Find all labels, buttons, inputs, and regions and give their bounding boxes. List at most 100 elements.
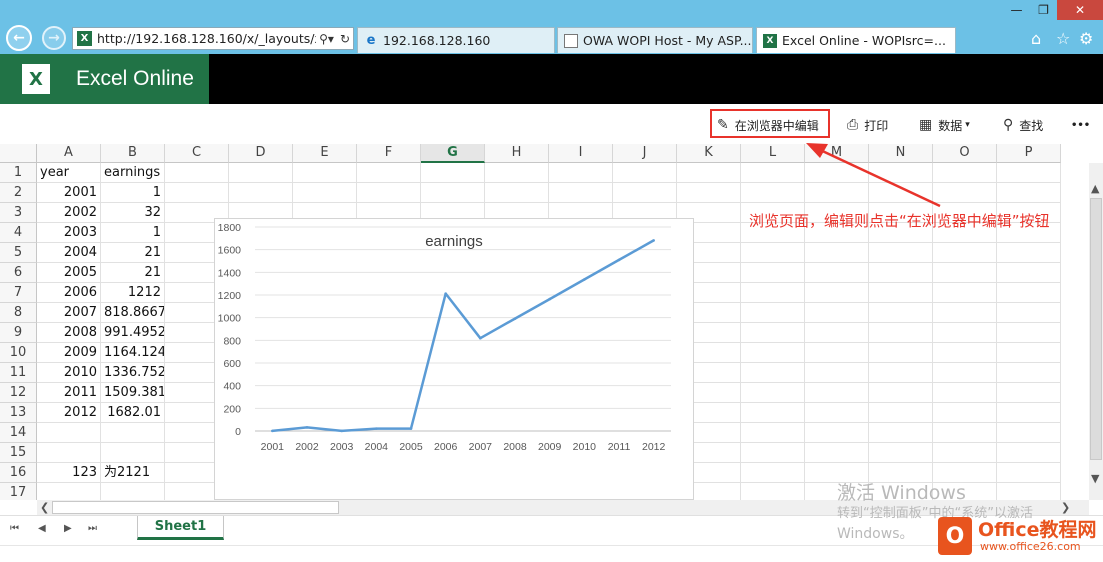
column-header-l[interactable]: L [741,144,805,163]
tab-excel-online[interactable]: X Excel Online - WOPIsrc=... ✕ [756,27,956,53]
row-header[interactable]: 15 [0,443,37,463]
data-point[interactable] [548,297,551,301]
table-cell[interactable] [869,263,933,283]
row-header[interactable]: 4 [0,223,37,243]
data-point[interactable] [583,278,586,281]
table-cell[interactable] [997,463,1061,483]
table-cell[interactable]: 818.8667 [101,303,165,323]
table-cell[interactable] [805,443,869,463]
data-point[interactable] [617,258,621,262]
table-cell[interactable] [933,243,997,263]
table-cell[interactable] [997,243,1061,263]
column-header-k[interactable]: K [677,144,741,163]
table-cell[interactable] [869,243,933,263]
horizontal-scroll-thumb[interactable] [52,501,339,514]
favorites-star-icon[interactable]: ☆ [1056,29,1070,48]
tab-ip[interactable]: e 192.168.128.160 [357,27,555,53]
table-cell[interactable] [741,243,805,263]
table-cell[interactable] [805,263,869,283]
table-cell[interactable] [997,383,1061,403]
table-cell[interactable]: 2005 [37,263,101,283]
table-cell[interactable]: 2006 [37,283,101,303]
row-header[interactable]: 13 [0,403,37,423]
home-icon[interactable]: ⌂ [1031,29,1041,48]
table-cell[interactable] [293,183,357,203]
print-button[interactable]: ⎙ 打印 [847,115,888,135]
table-cell[interactable] [37,423,101,443]
table-cell[interactable] [933,423,997,443]
close-tab-icon[interactable]: ✕ [954,34,955,48]
data-menu-button[interactable]: ▦ 数据 ▾ [919,115,970,135]
table-cell[interactable]: 2008 [37,323,101,343]
table-cell[interactable] [101,443,165,463]
row-header[interactable]: 5 [0,243,37,263]
table-cell[interactable] [805,323,869,343]
table-cell[interactable] [933,283,997,303]
table-cell[interactable] [741,283,805,303]
table-cell[interactable] [997,283,1061,303]
data-point[interactable] [444,292,447,295]
table-cell[interactable] [805,283,869,303]
table-cell[interactable]: 1164.124 [101,343,165,363]
table-cell[interactable] [165,183,229,203]
column-header-f[interactable]: F [357,144,421,163]
data-point[interactable] [513,317,517,320]
data-point[interactable] [305,426,309,429]
table-cell[interactable]: 1509.381 [101,383,165,403]
forward-button[interactable]: → [42,26,66,50]
table-cell[interactable] [933,363,997,383]
table-cell[interactable]: 1336.752 [101,363,165,383]
table-cell[interactable] [741,443,805,463]
table-cell[interactable] [933,443,997,463]
table-cell[interactable]: 1 [101,223,165,243]
table-cell[interactable] [997,363,1061,383]
table-cell[interactable] [997,163,1061,183]
table-cell[interactable] [357,183,421,203]
table-cell[interactable] [869,283,933,303]
first-sheet-icon[interactable]: ⏮ [10,523,19,534]
table-cell[interactable]: 为2121 [101,463,165,483]
table-cell[interactable] [933,403,997,423]
column-header-g[interactable]: G [421,144,485,163]
table-cell[interactable] [869,363,933,383]
table-cell[interactable] [805,383,869,403]
table-cell[interactable]: 2009 [37,343,101,363]
row-header[interactable]: 3 [0,203,37,223]
table-cell[interactable] [997,403,1061,423]
table-cell[interactable] [229,163,293,183]
scroll-up-arrow-icon[interactable]: ▲ [1091,182,1099,195]
table-cell[interactable] [805,403,869,423]
table-cell[interactable] [869,423,933,443]
column-header-b[interactable]: B [101,144,165,163]
row-header[interactable]: 11 [0,363,37,383]
row-header[interactable]: 9 [0,323,37,343]
column-header-d[interactable]: D [229,144,293,163]
sheet-tab-sheet1[interactable]: Sheet1 [137,516,224,540]
table-cell[interactable] [869,343,933,363]
table-cell[interactable] [37,483,101,500]
table-cell[interactable] [933,263,997,283]
settings-gear-icon[interactable]: ⚙ [1079,29,1093,48]
row-header[interactable]: 10 [0,343,37,363]
table-cell[interactable] [741,343,805,363]
row-header[interactable]: 17 [0,483,37,500]
vertical-scroll-thumb[interactable] [1090,198,1102,460]
table-cell[interactable]: 2004 [37,243,101,263]
row-header[interactable]: 6 [0,263,37,283]
table-cell[interactable] [805,343,869,363]
data-point[interactable] [271,429,274,433]
column-header-j[interactable]: J [613,144,677,163]
table-cell[interactable] [805,423,869,443]
next-sheet-icon[interactable]: ▶ [64,523,72,534]
column-header-i[interactable]: I [549,144,613,163]
column-header-e[interactable]: E [293,144,357,163]
table-cell[interactable] [421,183,485,203]
scroll-left-arrow-icon[interactable]: ❮ [40,501,49,514]
table-cell[interactable] [805,243,869,263]
table-cell[interactable] [997,483,1061,500]
table-cell[interactable] [933,163,997,183]
close-window-icon[interactable]: ✕ [1057,0,1103,20]
data-point[interactable] [652,239,655,242]
table-cell[interactable] [805,303,869,323]
table-cell[interactable] [229,183,293,203]
